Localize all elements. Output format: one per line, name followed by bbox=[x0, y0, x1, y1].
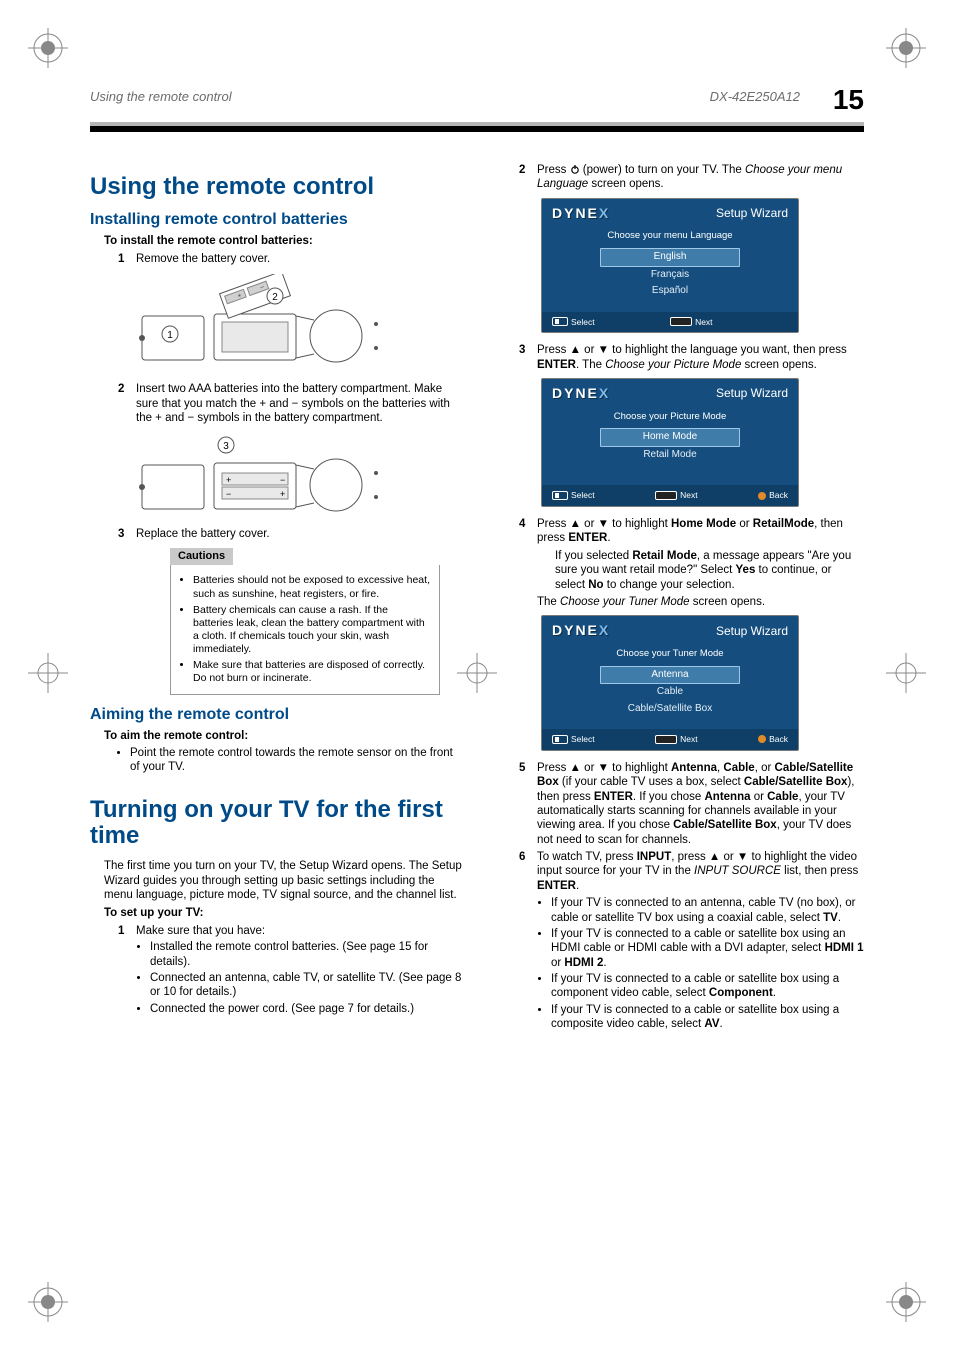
wizard-option: Antenna bbox=[600, 666, 740, 685]
crop-mark bbox=[28, 1282, 68, 1322]
page-number: 15 bbox=[833, 84, 864, 116]
wizard-foot-back: Back bbox=[758, 734, 788, 745]
step: 3 Press ▲ or ▼ to highlight the language… bbox=[519, 343, 864, 372]
crop-mark bbox=[886, 1282, 926, 1322]
battery-insert-figure: 3 + − − + bbox=[130, 433, 380, 519]
wizard-option: Cable bbox=[600, 684, 740, 701]
crop-mark bbox=[886, 653, 926, 693]
caution-item: Battery chemicals can cause a rash. If t… bbox=[193, 604, 431, 657]
step: 2Insert two AAA batteries into the batte… bbox=[118, 382, 463, 425]
section-remote: Using the remote control bbox=[90, 174, 463, 200]
wizard-title: Setup Wizard bbox=[716, 624, 788, 639]
wizard-foot-next: Next bbox=[655, 734, 697, 745]
step-text: Press (power) to turn on your TV. The Ch… bbox=[537, 164, 842, 190]
step-text: Replace the battery cover. bbox=[136, 528, 270, 540]
running-header: Using the remote control DX-42E250A12 15 bbox=[90, 78, 864, 122]
step-sub: If you selected Retail Mode, a message a… bbox=[555, 549, 864, 592]
wizard-title: Setup Wizard bbox=[716, 206, 788, 221]
wizard-option: English bbox=[600, 248, 740, 267]
crop-mark bbox=[28, 28, 68, 68]
list-item: Connected the power cord. (See page 7 fo… bbox=[150, 1002, 463, 1016]
list-item: If your TV is connected to a cable or sa… bbox=[551, 1003, 864, 1032]
step-sub: The Choose your Tuner Mode screen opens. bbox=[537, 595, 864, 609]
caution-item: Batteries should not be exposed to exces… bbox=[193, 574, 431, 600]
step: 1Make sure that you have: Installed the … bbox=[118, 924, 463, 1016]
wizard-prompt: Choose your Picture Mode bbox=[542, 409, 798, 429]
svg-text:1: 1 bbox=[167, 330, 173, 341]
step: 5 Press ▲ or ▼ to highlight Antenna, Cab… bbox=[519, 761, 864, 847]
lede-setup: To set up your TV: bbox=[104, 906, 463, 920]
step-text: Press ▲ or ▼ to highlight Antenna, Cable… bbox=[537, 762, 854, 846]
step: 6 To watch TV, press INPUT, press ▲ or ▼… bbox=[519, 850, 864, 1032]
step: 1Remove the battery cover. bbox=[118, 252, 463, 266]
step-text: Remove the battery cover. bbox=[136, 253, 270, 265]
lede-aim: To aim the remote control: bbox=[104, 729, 463, 743]
dynex-logo: DYNEX bbox=[552, 622, 610, 640]
list-item: If your TV is connected to a cable or sa… bbox=[551, 927, 864, 970]
step: 3Replace the battery cover. bbox=[118, 527, 463, 541]
wizard-language-screen: DYNEX Setup Wizard Choose your menu Lang… bbox=[541, 198, 799, 334]
cautions-box: Cautions Batteries should not be exposed… bbox=[170, 548, 440, 696]
lede-install: To install the remote control batteries: bbox=[104, 234, 463, 248]
step: 2 Press (power) to turn on your TV. The … bbox=[519, 163, 864, 192]
right-column: 2 Press (power) to turn on your TV. The … bbox=[491, 160, 864, 1035]
svg-text:+: + bbox=[280, 489, 285, 499]
wizard-option: Français bbox=[600, 267, 740, 284]
step: 4 Press ▲ or ▼ to highlight Home Mode or… bbox=[519, 517, 864, 609]
svg-text:2: 2 bbox=[272, 292, 278, 303]
intro-paragraph: The first time you turn on your TV, the … bbox=[104, 859, 463, 902]
step-text: Make sure that you have: bbox=[136, 925, 265, 937]
battery-cover-figure-1: + − 2 1 bbox=[130, 274, 380, 374]
wizard-option: Español bbox=[600, 283, 740, 300]
caution-item: Make sure that batteries are disposed of… bbox=[193, 659, 431, 685]
running-header-model: DX-42E250A12 bbox=[710, 89, 800, 104]
wizard-foot-select: Select bbox=[552, 734, 595, 745]
list-item: Connected an antenna, cable TV, or satel… bbox=[150, 971, 463, 1000]
svg-text:+: + bbox=[226, 475, 231, 485]
power-icon bbox=[570, 164, 580, 174]
step-text: To watch TV, press INPUT, press ▲ or ▼ t… bbox=[537, 851, 858, 892]
wizard-foot-next: Next bbox=[655, 490, 697, 501]
left-column: Using the remote control Installing remo… bbox=[90, 160, 463, 1035]
wizard-foot-next: Next bbox=[670, 317, 712, 328]
wizard-picture-mode-screen: DYNEX Setup Wizard Choose your Picture M… bbox=[541, 378, 799, 507]
crop-mark bbox=[886, 28, 926, 68]
wizard-tuner-mode-screen: DYNEX Setup Wizard Choose your Tuner Mod… bbox=[541, 615, 799, 751]
dynex-logo: DYNEX bbox=[552, 385, 610, 403]
wizard-option: Cable/Satellite Box bbox=[600, 701, 740, 718]
wizard-foot-back: Back bbox=[758, 490, 788, 501]
wizard-foot-select: Select bbox=[552, 317, 595, 328]
wizard-option: Retail Mode bbox=[600, 447, 740, 464]
header-divider bbox=[90, 122, 864, 132]
subsection-aim-remote: Aiming the remote control bbox=[90, 705, 463, 725]
cautions-header: Cautions bbox=[170, 548, 233, 566]
running-header-left: Using the remote control bbox=[90, 89, 232, 104]
wizard-foot-select: Select bbox=[552, 490, 595, 501]
list-item: Installed the remote control batteries. … bbox=[150, 940, 463, 969]
list-item: If your TV is connected to an antenna, c… bbox=[551, 896, 864, 925]
svg-text:−: − bbox=[280, 475, 285, 485]
dynex-logo: DYNEX bbox=[552, 205, 610, 223]
wizard-prompt: Choose your menu Language bbox=[542, 228, 798, 248]
wizard-title: Setup Wizard bbox=[716, 386, 788, 401]
svg-text:−: − bbox=[226, 489, 231, 499]
svg-text:3: 3 bbox=[223, 441, 229, 452]
list-item: Point the remote control towards the rem… bbox=[130, 746, 463, 775]
step-text: Press ▲ or ▼ to highlight the language y… bbox=[537, 344, 847, 370]
section-turning-on: Turning on your TV for the first time bbox=[90, 797, 463, 850]
list-item: If your TV is connected to a cable or sa… bbox=[551, 972, 864, 1001]
step-text: Insert two AAA batteries into the batter… bbox=[136, 383, 450, 424]
step-text: Press ▲ or ▼ to highlight Home Mode or R… bbox=[537, 518, 843, 544]
subsection-install-batteries: Installing remote control batteries bbox=[90, 210, 463, 230]
wizard-option: Home Mode bbox=[600, 428, 740, 447]
wizard-prompt: Choose your Tuner Mode bbox=[542, 646, 798, 666]
crop-mark bbox=[28, 653, 68, 693]
